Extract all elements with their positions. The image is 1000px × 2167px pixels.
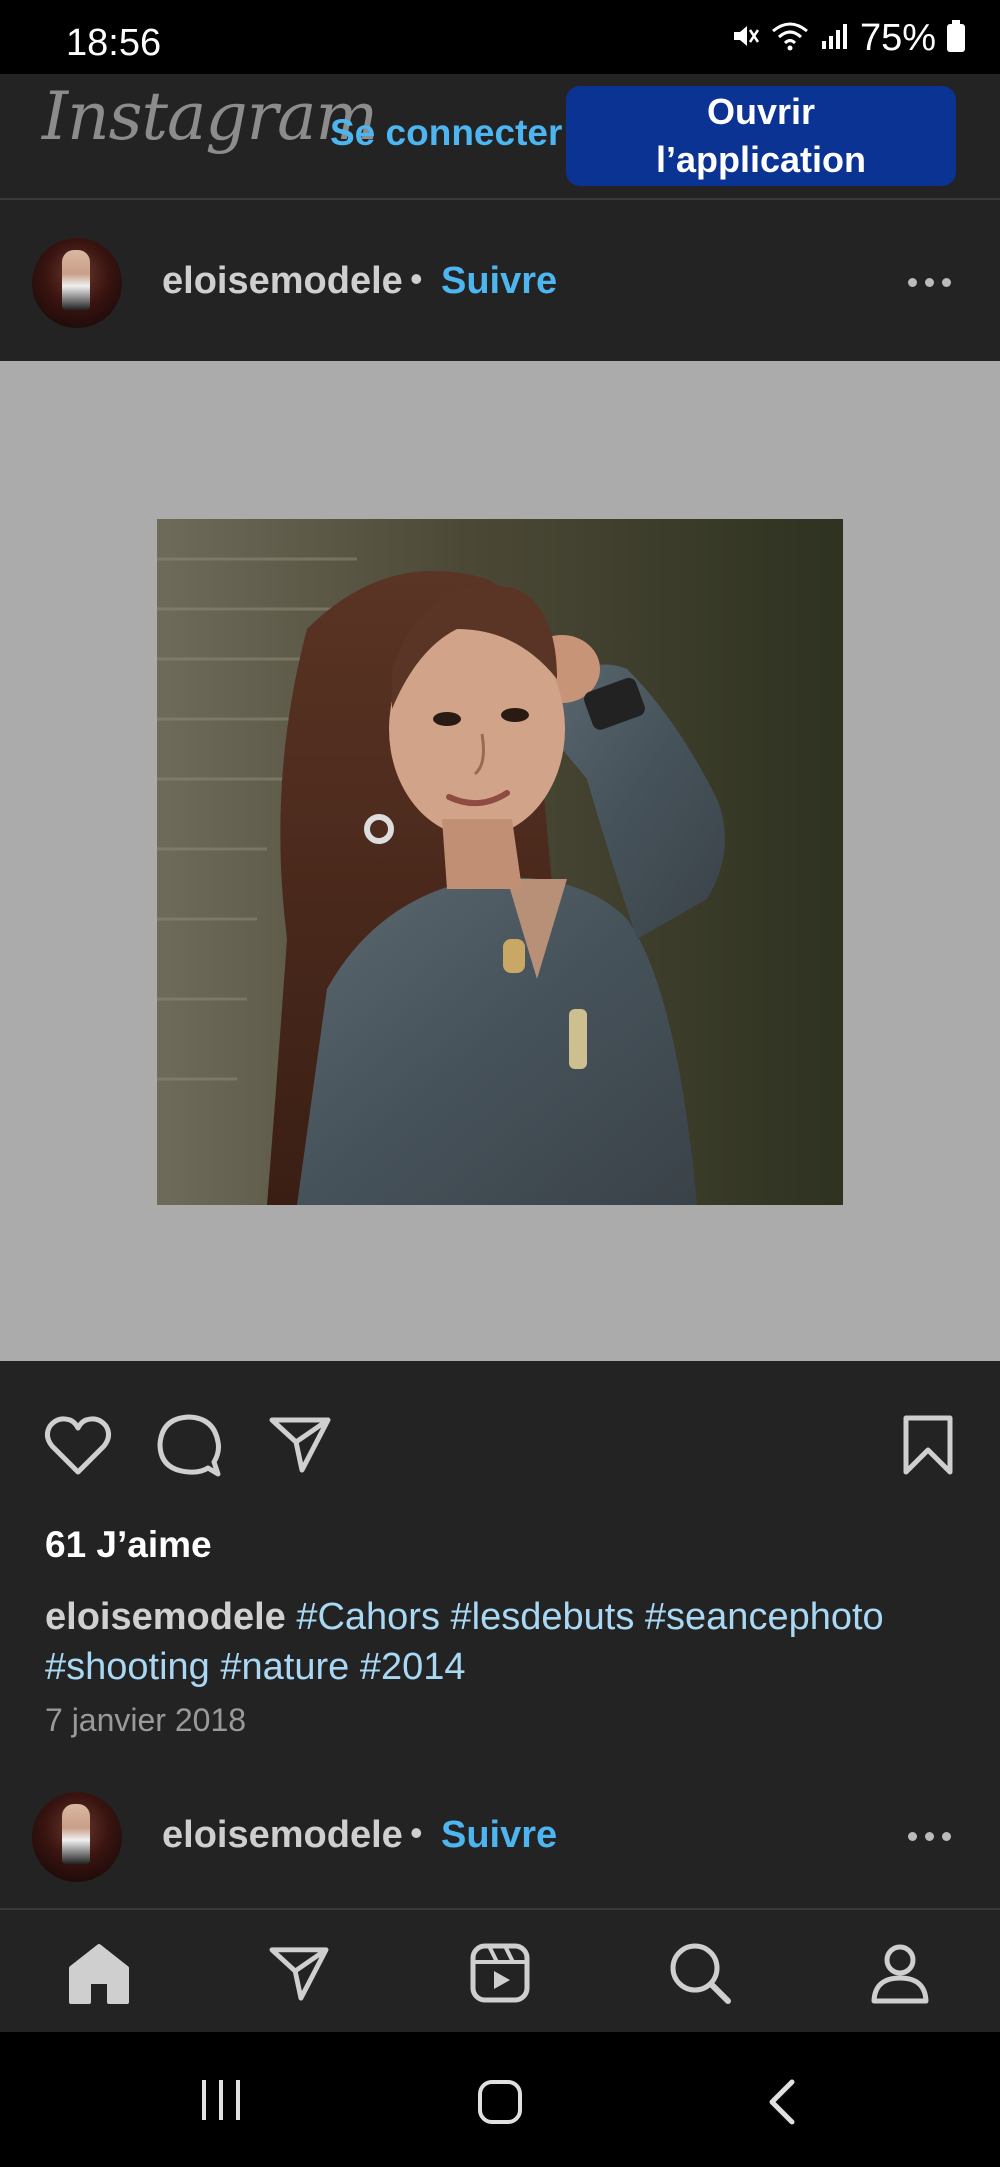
heart-icon xyxy=(44,1416,112,1480)
post-username[interactable]: eloisemodele xyxy=(162,1814,403,1857)
reels-icon xyxy=(469,1942,531,2009)
post-date[interactable]: 7 janvier 2018 xyxy=(45,1702,246,1739)
hashtag[interactable]: #Cahors xyxy=(296,1596,440,1638)
like-count[interactable]: 61 J’aime xyxy=(45,1524,212,1566)
nav-search[interactable] xyxy=(665,1940,735,2010)
status-icons: 75% xyxy=(730,16,966,59)
follow-button[interactable]: Suivre xyxy=(441,260,557,303)
open-app-label-line2: l’application xyxy=(655,139,867,180)
share-button[interactable] xyxy=(268,1414,332,1479)
signal-icon xyxy=(820,21,850,56)
nav-reels[interactable] xyxy=(465,1940,535,2010)
separator-dot: • xyxy=(410,258,423,299)
nav-home[interactable] xyxy=(64,1940,134,2010)
login-link[interactable]: Se connecter xyxy=(330,112,562,154)
nav-profile[interactable] xyxy=(865,1940,935,2010)
home-button[interactable] xyxy=(476,2078,524,2131)
recents-button[interactable] xyxy=(198,2078,244,2127)
hashtag[interactable]: #shooting xyxy=(45,1646,210,1688)
home-icon xyxy=(67,1942,131,2009)
follow-button[interactable]: Suivre xyxy=(441,1814,557,1857)
status-bar: 18:56 75% xyxy=(0,0,1000,74)
battery-percentage: 75% xyxy=(859,16,936,59)
like-button[interactable] xyxy=(44,1414,112,1481)
search-icon xyxy=(668,1941,732,2010)
home-button-icon xyxy=(476,2080,524,2130)
bookmark-icon xyxy=(900,1415,956,1480)
recents-icon xyxy=(198,2080,244,2126)
more-options-icon[interactable] xyxy=(908,1832,951,1841)
bottom-nav xyxy=(0,1908,1000,2034)
caption-username[interactable]: eloisemodele xyxy=(45,1596,286,1638)
battery-icon xyxy=(946,19,966,57)
share-icon xyxy=(268,1417,332,1478)
save-button[interactable] xyxy=(900,1414,956,1481)
open-app-button[interactable]: Ouvrir l’application xyxy=(566,86,956,186)
avatar[interactable] xyxy=(32,238,122,328)
post-header: eloisemodele • Suivre xyxy=(0,200,1000,360)
more-options-icon[interactable] xyxy=(908,278,951,287)
hashtag[interactable]: #lesdebuts xyxy=(451,1596,635,1638)
hashtag[interactable]: #seancephoto xyxy=(645,1596,884,1638)
open-app-label-line1: Ouvrir xyxy=(706,91,816,132)
system-nav-bar xyxy=(0,2032,1000,2167)
avatar[interactable] xyxy=(32,1792,122,1882)
hashtag[interactable]: #nature xyxy=(220,1646,349,1688)
back-icon xyxy=(764,2079,798,2130)
hashtag[interactable]: #2014 xyxy=(360,1646,466,1688)
post-media-area[interactable] xyxy=(0,361,1000,1361)
direct-icon xyxy=(268,1944,330,2007)
comment-icon xyxy=(156,1414,222,1482)
post-caption: eloisemodele #Cahors #lesdebuts #seancep… xyxy=(45,1592,945,1692)
post-username[interactable]: eloisemodele xyxy=(162,260,403,303)
mute-icon xyxy=(730,21,760,56)
status-time: 18:56 xyxy=(66,22,162,64)
nav-direct[interactable] xyxy=(264,1940,334,2010)
comment-button[interactable] xyxy=(156,1412,222,1483)
profile-icon xyxy=(869,1942,931,2009)
post-photo[interactable] xyxy=(157,519,843,1205)
top-header: Instagram Se connecter Ouvrir l’applicat… xyxy=(0,74,1000,200)
wifi-icon xyxy=(770,21,810,56)
separator-dot: • xyxy=(410,1812,423,1853)
next-post-header: eloisemodele • Suivre xyxy=(0,1754,1000,1914)
back-button[interactable] xyxy=(764,2078,798,2131)
instagram-logo[interactable]: Instagram xyxy=(42,78,378,155)
